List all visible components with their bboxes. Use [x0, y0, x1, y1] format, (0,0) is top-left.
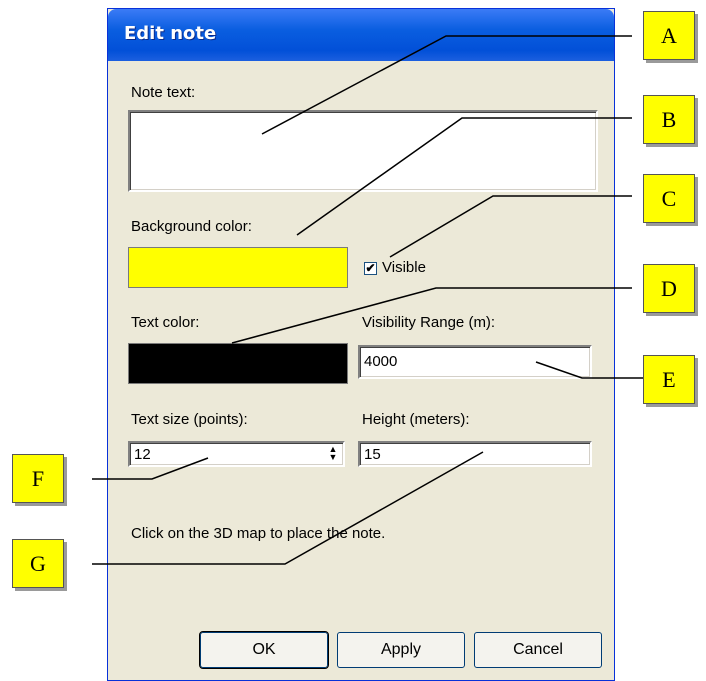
callout-leader-lines: [92, 35, 650, 565]
leader-line-g: [92, 451, 484, 565]
callout-b: B: [643, 95, 695, 144]
callout-a: A: [643, 11, 695, 60]
callout-e: E: [643, 355, 695, 404]
leader-line-f: [92, 457, 209, 480]
callout-d: D: [643, 264, 695, 313]
leader-line-b: [296, 117, 632, 236]
callout-c: C: [643, 174, 695, 223]
callout-f: F: [12, 454, 64, 503]
callout-g: G: [12, 539, 64, 588]
leader-line-c: [389, 195, 632, 258]
leader-line-e: [535, 361, 650, 379]
leader-line-a: [261, 35, 632, 135]
leader-line-d: [231, 287, 632, 344]
